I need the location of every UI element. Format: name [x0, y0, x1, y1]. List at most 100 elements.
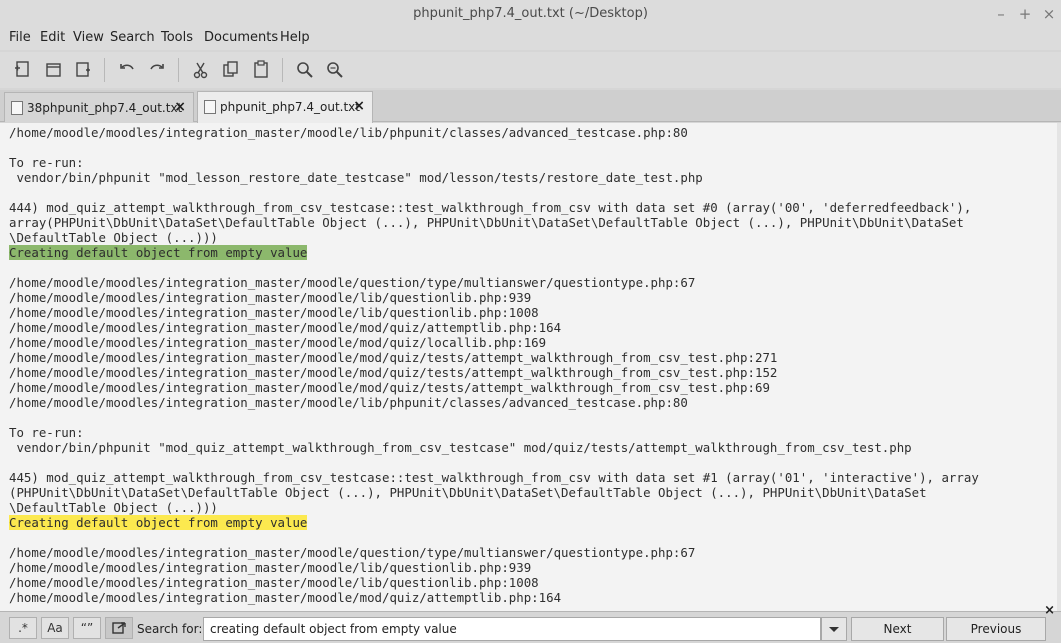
search-match-highlight: Creating default object from empty value — [9, 245, 308, 260]
menu-tools[interactable]: Tools — [161, 30, 193, 45]
editor-line: \DefaultTable Object (...))) — [9, 500, 979, 515]
save-document-icon[interactable] — [72, 58, 96, 82]
editor-line: /home/moodle/moodles/integration_master/… — [9, 290, 979, 305]
editor-line: Creating default object from empty value — [9, 515, 979, 530]
open-document-icon[interactable] — [42, 58, 66, 82]
line-text: /home/moodle/moodles/integration_master/… — [9, 380, 770, 395]
menu-search[interactable]: Search — [110, 30, 155, 45]
undo-icon[interactable] — [115, 58, 139, 82]
tab-label: 38phpunit_php7.4_out.txt — [27, 101, 183, 115]
maximize-button[interactable]: + — [1014, 3, 1036, 25]
line-text: /home/moodle/moodles/integration_master/… — [9, 560, 532, 575]
new-document-icon[interactable] — [11, 58, 35, 82]
line-text: To re-run: — [9, 425, 84, 440]
line-text: /home/moodle/moodles/integration_master/… — [9, 545, 696, 560]
editor-line: /home/moodle/moodles/integration_master/… — [9, 575, 979, 590]
previous-button[interactable]: Previous — [946, 617, 1046, 641]
editor-line: /home/moodle/moodles/integration_master/… — [9, 560, 979, 575]
toolbar — [0, 52, 1061, 88]
editor-line: (PHPUnit\DbUnit\DataSet\DefaultTable Obj… — [9, 485, 979, 500]
menu-bar: File Edit View Search Tools Documents He… — [0, 28, 1061, 50]
editor-line: /home/moodle/moodles/integration_master/… — [9, 380, 979, 395]
minimize-button[interactable]: – — [990, 3, 1012, 25]
line-text: /home/moodle/moodles/integration_master/… — [9, 125, 688, 140]
editor-line: /home/moodle/moodles/integration_master/… — [9, 275, 979, 290]
cut-icon[interactable] — [189, 58, 213, 82]
close-search-icon[interactable]: × — [1044, 603, 1055, 618]
find-icon[interactable] — [293, 58, 317, 82]
search-history-dropdown[interactable] — [821, 617, 847, 641]
editor-line: vendor/bin/phpunit "mod_quiz_attempt_wal… — [9, 440, 979, 455]
line-text: /home/moodle/moodles/integration_master/… — [9, 350, 778, 365]
editor-line: \DefaultTable Object (...))) — [9, 230, 979, 245]
line-text: /home/moodle/moodles/integration_master/… — [9, 395, 688, 410]
regex-toggle[interactable]: .* — [9, 617, 37, 639]
wrap-around-icon[interactable] — [105, 617, 133, 639]
redo-icon[interactable] — [145, 58, 169, 82]
toolbar-separator — [104, 58, 105, 82]
editor-line: /home/moodle/moodles/integration_master/… — [9, 350, 979, 365]
editor-line: /home/moodle/moodles/integration_master/… — [9, 335, 979, 350]
copy-icon[interactable] — [219, 58, 243, 82]
line-text: /home/moodle/moodles/integration_master/… — [9, 335, 547, 350]
next-button[interactable]: Next — [851, 617, 944, 641]
line-text: vendor/bin/phpunit "mod_quiz_attempt_wal… — [9, 440, 912, 455]
current-match-highlight: Creating default object from empty value — [9, 515, 308, 530]
line-text: vendor/bin/phpunit "mod_lesson_restore_d… — [9, 170, 703, 185]
window-title: phpunit_php7.4_out.txt (~/Desktop) — [413, 6, 648, 21]
menu-help[interactable]: Help — [280, 30, 310, 45]
close-window-button[interactable]: × — [1038, 3, 1060, 25]
text-editor[interactable]: /home/moodle/moodles/integration_master/… — [0, 123, 1061, 611]
search-bar: .* Aa “” Search for: Next Previous × — [0, 603, 1061, 643]
line-text: /home/moodle/moodles/integration_master/… — [9, 305, 539, 320]
editor-lines: /home/moodle/moodles/integration_master/… — [9, 125, 979, 605]
tab-bar: 38phpunit_php7.4_out.txt × phpunit_php7.… — [0, 90, 1061, 123]
editor-line: /home/moodle/moodles/integration_master/… — [9, 320, 979, 335]
match-case-toggle[interactable]: Aa — [41, 617, 69, 639]
line-text: \DefaultTable Object (...))) — [9, 500, 218, 515]
menu-edit[interactable]: Edit — [40, 30, 65, 45]
menu-documents[interactable]: Documents — [204, 30, 278, 45]
editor-line: /home/moodle/moodles/integration_master/… — [9, 395, 979, 410]
editor-line: array(PHPUnit\DbUnit\DataSet\DefaultTabl… — [9, 215, 979, 230]
editor-line: /home/moodle/moodles/integration_master/… — [9, 365, 979, 380]
line-text: array(PHPUnit\DbUnit\DataSet\DefaultTabl… — [9, 215, 964, 230]
tab-phpunit-active[interactable]: phpunit_php7.4_out.txt × — [197, 91, 373, 123]
document-icon — [204, 100, 216, 114]
search-input[interactable] — [203, 617, 821, 641]
editor-line: /home/moodle/moodles/integration_master/… — [9, 545, 979, 560]
editor-line: /home/moodle/moodles/integration_master/… — [9, 305, 979, 320]
search-label: Search for: — [137, 622, 203, 636]
toolbar-separator — [282, 58, 283, 82]
title-bar: phpunit_php7.4_out.txt (~/Desktop) – + × — [0, 0, 1061, 28]
editor-line: 445) mod_quiz_attempt_walkthrough_from_c… — [9, 470, 979, 485]
close-tab-icon[interactable]: × — [174, 99, 186, 115]
line-text: /home/moodle/moodles/integration_master/… — [9, 590, 562, 605]
line-text: 444) mod_quiz_attempt_walkthrough_from_c… — [9, 200, 972, 215]
editor-line: vendor/bin/phpunit "mod_lesson_restore_d… — [9, 170, 979, 185]
find-replace-icon[interactable] — [323, 58, 347, 82]
line-text: \DefaultTable Object (...))) — [9, 230, 218, 245]
toolbar-separator — [178, 58, 179, 82]
tab-38phpunit[interactable]: 38phpunit_php7.4_out.txt × — [4, 92, 194, 122]
line-text: (PHPUnit\DbUnit\DataSet\DefaultTable Obj… — [9, 485, 927, 500]
paste-icon[interactable] — [249, 58, 273, 82]
editor-line: To re-run: — [9, 155, 979, 170]
tab-label: phpunit_php7.4_out.txt — [220, 100, 360, 114]
editor-line: 444) mod_quiz_attempt_walkthrough_from_c… — [9, 200, 979, 215]
editor-line: To re-run: — [9, 425, 979, 440]
menu-file[interactable]: File — [9, 30, 31, 45]
editor-line: Creating default object from empty value — [9, 245, 979, 260]
document-icon — [11, 101, 23, 115]
close-tab-icon[interactable]: × — [353, 98, 365, 114]
menu-view[interactable]: View — [73, 30, 104, 45]
line-text: 445) mod_quiz_attempt_walkthrough_from_c… — [9, 470, 979, 485]
scrollbar[interactable] — [1057, 123, 1061, 611]
whole-word-toggle[interactable]: “” — [73, 617, 101, 639]
line-text: /home/moodle/moodles/integration_master/… — [9, 275, 696, 290]
line-text: /home/moodle/moodles/integration_master/… — [9, 365, 778, 380]
